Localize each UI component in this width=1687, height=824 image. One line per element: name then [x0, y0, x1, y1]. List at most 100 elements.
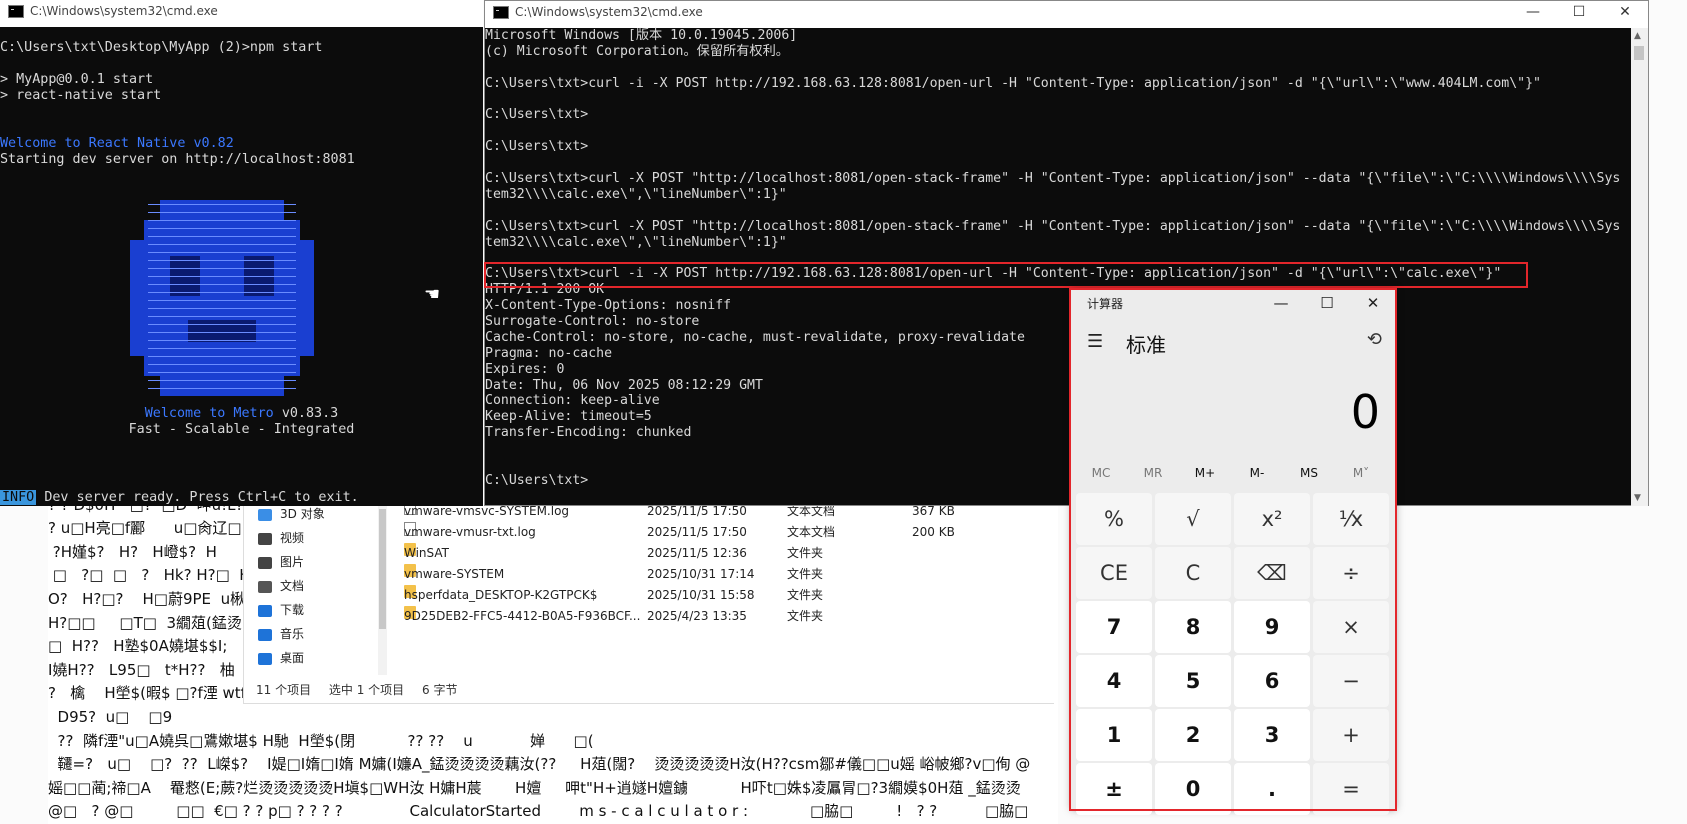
nav-item[interactable]: 音乐 [258, 623, 304, 645]
logo-scanline [148, 308, 296, 309]
file-row[interactable]: vmware-vmusr-txt.log 2025/11/5 17:50 文本文档 2… [404, 522, 1044, 543]
cmd2-titlebar[interactable]: C:\Windows\system32\cmd.exe — ☐ ✕ [485, 1, 1648, 28]
nav-item[interactable]: 3D 对象 [258, 503, 325, 525]
metro-logo-icon [130, 200, 314, 396]
nav-item[interactable]: 文档 [258, 575, 304, 597]
cmd-icon [8, 5, 24, 18]
terminal-line: tem32\\\\calc.exe\",\"lineNumber\":1}" [485, 234, 787, 250]
close-button[interactable]: ✕ [1602, 1, 1648, 23]
logo-scanline [148, 332, 296, 333]
terminal-line: > react-native start [0, 88, 162, 103]
file-name: 9D25DEB2-FFC5-4412-B0A5-F936BCF... [404, 609, 641, 623]
logo-scanline [148, 300, 296, 301]
terminal-line: Connection: keep-alive [485, 393, 660, 409]
logo-scanline [148, 364, 296, 365]
file-type: 文件夹 [787, 588, 824, 602]
maximize-button[interactable]: ☐ [1556, 1, 1602, 23]
file-name: WinSAT [404, 546, 449, 560]
document-icon [258, 580, 272, 593]
cmd2-output: Microsoft Windows [版本 10.0.19045.2006] (c… [485, 28, 1620, 489]
file-row[interactable]: vmware-SYSTEM 2025/10/31 17:14 文件夹 [404, 564, 1044, 585]
logo-scanline [148, 292, 296, 293]
garbled-line: 韆=? u□ □? ?? L嵥$? I媞□I媠□I媠 M嫞(I嬚A_錳烫烫烫烫藕… [48, 755, 1031, 774]
nav-item-label: 桌面 [280, 651, 305, 665]
logo-scanline [148, 388, 296, 389]
terminal-line: C:\Users\txt>curl -X POST "http://localh… [485, 171, 1621, 187]
file-date: 2025/10/31 15:58 [647, 588, 755, 602]
logo-mouth [188, 320, 256, 342]
terminal-line: C:\Users\txt> [485, 107, 589, 123]
download-icon [258, 604, 272, 617]
garbled-line: 媱□□蔺;禘□A 罨慦(E;蕨?烂烫烫烫烫烫H塡$□WH汝 H嫞H莀 H嬗 呷t… [48, 778, 1021, 797]
terminal-line: Welcome to React Native v0.82 [0, 136, 234, 151]
cmd-icon [493, 6, 509, 19]
terminal-line: Cache-Control: no-store, no-cache, must-… [485, 329, 1025, 345]
cmd2-title: C:\Windows\system32\cmd.exe [515, 5, 703, 19]
terminal-line: Transfer-Encoding: chunked [485, 425, 692, 441]
explorer-nav-pane: 3D 对象视频图片文档下载音乐桌面 [244, 505, 380, 675]
logo-scanline [148, 268, 296, 269]
status-selected-size: 6 字节 [422, 683, 458, 697]
nav-item-label: 3D 对象 [280, 507, 325, 521]
minimize-button[interactable]: — [1510, 1, 1556, 23]
desktop-icon [258, 652, 272, 665]
cube-icon [258, 508, 272, 521]
nav-item-label: 文档 [280, 579, 305, 593]
file-name: vmware-SYSTEM [404, 567, 505, 581]
logo-scanline [148, 276, 296, 277]
logo-scanline [148, 340, 296, 341]
nav-item[interactable]: 视频 [258, 527, 304, 549]
terminal-line: C:\Users\txt>curl -X POST "http://localh… [485, 218, 1621, 234]
terminal-line: Date: Thu, 06 Nov 2025 08:12:29 GMT [485, 377, 763, 393]
logo-scanline [148, 284, 296, 285]
nav-item[interactable]: 下载 [258, 599, 304, 621]
file-size: 200 KB [912, 525, 955, 539]
nav-item-label: 音乐 [280, 627, 305, 641]
terminal-line: C:\Users\txt>curl -i -X POST http://192.… [485, 75, 1541, 91]
cmd-window-curl: C:\Windows\system32\cmd.exe — ☐ ✕ Micros… [484, 0, 1649, 506]
logo-scanline [148, 228, 296, 229]
logo-scanline [148, 348, 296, 349]
cmd2-scrollbar[interactable]: ▲ ▼ [1631, 28, 1648, 506]
file-explorer: 3D 对象 视频 图片 文档 下载 音乐 桌面 vmware-vmsvc-SYSTEM.lo… [243, 501, 1054, 704]
logo-scanline [148, 372, 296, 373]
file-row[interactable]: 9D25DEB2-FFC5-4412-B0A5-F936BCF... 2025/4… [404, 606, 1044, 627]
status-item-count: 11 个项目 [256, 683, 312, 697]
music-icon [258, 628, 272, 641]
scroll-down-icon[interactable]: ▼ [1634, 493, 1641, 503]
file-date: 2025/11/5 17:50 [647, 525, 747, 539]
terminal-line: Starting dev server on http://localhost:… [0, 152, 355, 167]
nav-scrollbar[interactable] [378, 505, 387, 675]
terminal-line: Keep-Alive: timeout=5 [485, 409, 652, 425]
logo-scanline [148, 260, 296, 261]
file-row[interactable]: hsperfdata_DESKTOP-K2GTPCK$ 2025/10/31 15… [404, 585, 1044, 606]
cmd1-titlebar[interactable]: C:\Windows\system32\cmd.exe [0, 0, 483, 27]
info-text: Dev server ready. Press Ctrl+C to exit. [44, 490, 359, 505]
logo-scanline [148, 236, 296, 237]
terminal-line: (c) Microsoft Corporation。保留所有权利。 [485, 43, 789, 59]
garbled-line: D95? u□ □9 [48, 707, 173, 726]
file-type: 文件夹 [787, 567, 824, 581]
cmd2-scrollbar-thumb[interactable] [1634, 46, 1644, 60]
terminal-line: Microsoft Windows [版本 10.0.19045.2006] [485, 28, 798, 43]
logo-scanline [148, 356, 296, 357]
logo-scanline [148, 220, 296, 221]
nav-item[interactable]: 图片 [258, 551, 304, 573]
nav-item-label: 视频 [280, 531, 305, 545]
highlight-box-calculator [1069, 288, 1397, 811]
nav-scrollbar-thumb[interactable] [379, 509, 386, 629]
file-row[interactable]: WinSAT 2025/11/5 12:36 文件夹 [404, 543, 1044, 564]
logo-scanline [148, 252, 296, 253]
terminal-line: X-Content-Type-Options: nosniff [485, 298, 732, 314]
file-date: 2025/11/5 12:36 [647, 546, 747, 560]
scroll-up-icon[interactable]: ▲ [1634, 31, 1641, 41]
nav-item[interactable]: 桌面 [258, 647, 304, 669]
metro-version: v0.83.3 [281, 406, 339, 421]
